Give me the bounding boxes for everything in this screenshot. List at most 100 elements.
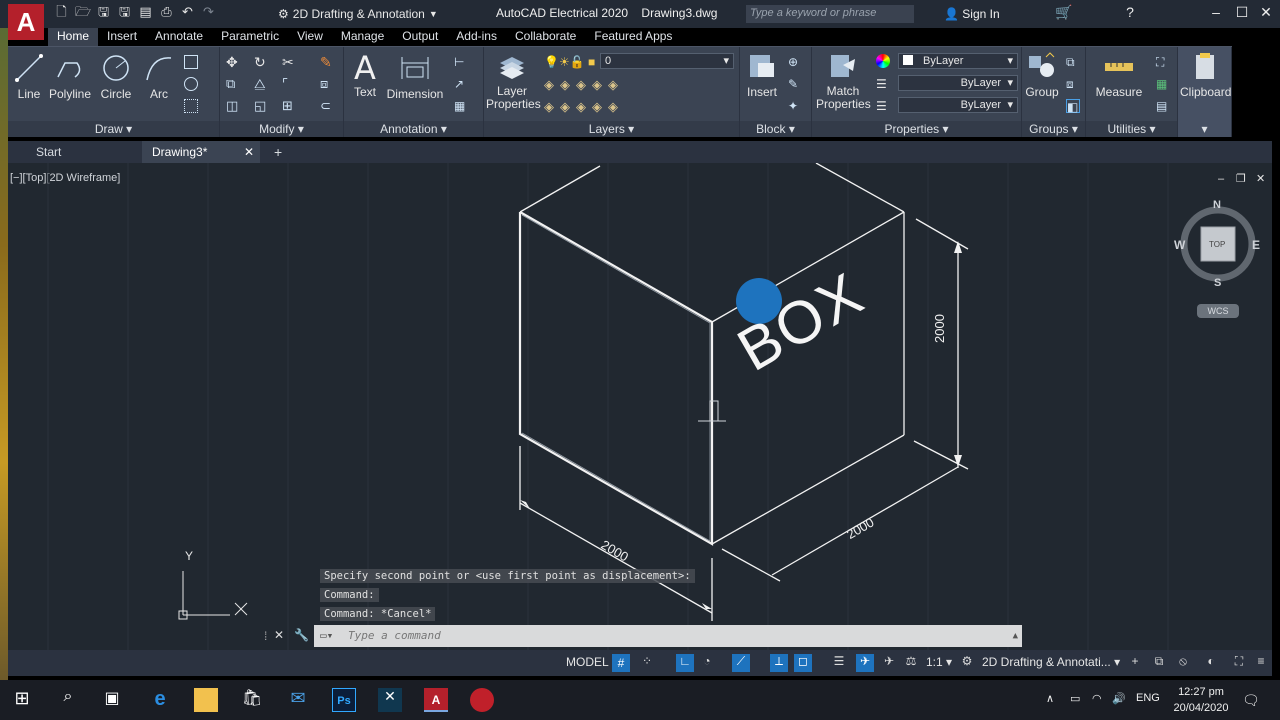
save-as-icon[interactable]: 🖫 — [117, 4, 132, 19]
web-mobile-icon[interactable]: ▤ — [138, 4, 153, 19]
edit-block-icon[interactable]: ✎ — [788, 77, 802, 91]
hardware-acceleration-icon[interactable]: ◐ — [1202, 654, 1220, 672]
draw-panel-title[interactable]: Draw ▾ — [8, 121, 219, 137]
store-icon[interactable]: 🛍 — [240, 688, 264, 712]
file-tab-drawing3[interactable]: Drawing3* ✕ — [142, 141, 260, 163]
workspace-status-dropdown[interactable]: 2D Drafting & Annotati... ▾ — [982, 655, 1120, 669]
file-explorer-icon[interactable] — [194, 688, 218, 712]
command-history-toggle-icon[interactable]: ▲ — [1013, 625, 1018, 647]
autocad-taskbar-icon[interactable]: A — [424, 688, 448, 712]
command-customize-icon[interactable]: 🔧 — [294, 628, 309, 642]
copy-icon[interactable]: ⧉ — [226, 77, 240, 91]
units-icon[interactable]: ⧉ — [1150, 654, 1168, 672]
trim-icon[interactable]: ✂ — [282, 55, 296, 69]
grid-icon[interactable]: # — [612, 654, 630, 672]
dimension-tool[interactable]: Dimension — [386, 53, 444, 101]
region-icon[interactable] — [184, 99, 198, 113]
layer-properties-tool[interactable]: Layer Properties — [486, 51, 541, 111]
ucs-menu[interactable]: WCS — [1197, 304, 1239, 318]
clean-screen-icon[interactable]: ⛶ — [1230, 654, 1248, 672]
line-tool[interactable]: Line — [12, 53, 46, 101]
group-tool[interactable]: Group — [1024, 51, 1060, 99]
tab-output[interactable]: Output — [393, 28, 447, 46]
minimize-icon[interactable]: – — [1206, 4, 1226, 20]
system-clock[interactable]: 12:27 pm 20/04/2020 — [1168, 684, 1234, 716]
table-icon[interactable]: ▦ — [454, 99, 468, 113]
save-icon[interactable]: 🖫 — [96, 4, 111, 19]
annotation-panel-title[interactable]: Annotation ▾ — [344, 121, 483, 137]
viewcube-east[interactable]: E — [1252, 238, 1260, 252]
block-attributes-icon[interactable]: ✦ — [788, 99, 802, 113]
create-block-icon[interactable]: ⊕ — [788, 55, 802, 69]
command-close-icon[interactable]: ✕ — [274, 628, 284, 642]
group-edit-icon[interactable]: ⧈ — [1066, 77, 1080, 91]
insert-block-tool[interactable]: Insert — [742, 51, 782, 99]
fillet-icon[interactable]: ⌜ — [282, 77, 296, 91]
snap-icon[interactable]: ⁘ — [638, 654, 656, 672]
tab-add-ins[interactable]: Add-ins — [447, 28, 506, 46]
arc-tool[interactable]: Arc — [142, 53, 176, 101]
annotation-scale-icon[interactable]: ⚖ — [902, 654, 920, 672]
workspace-switch[interactable]: ⚙ 2D Drafting & Annotation ▼ — [278, 5, 438, 23]
layers-panel-title[interactable]: Layers ▾ — [484, 121, 739, 137]
spreadsheet-icon[interactable]: ▦ — [1156, 77, 1170, 91]
rotate-icon[interactable]: ↻ — [254, 55, 268, 69]
annotation-visibility-icon[interactable]: ✈ — [856, 654, 874, 672]
offset-icon[interactable]: ⊂ — [320, 99, 334, 113]
layer-dropdown[interactable]: 0 ▾ — [600, 53, 734, 69]
new-tab-icon[interactable]: + — [264, 141, 286, 163]
viewcube-face[interactable]: TOP — [1209, 240, 1225, 249]
linear-dim-icon[interactable]: ⊢ — [454, 55, 468, 69]
groups-panel-title[interactable]: Groups ▾ — [1022, 121, 1085, 137]
lineweight-dropdown[interactable]: ByLayer ▾ — [898, 97, 1018, 113]
layer-tools-row2[interactable]: ◈◈◈◈◈ — [544, 99, 624, 115]
text-tool[interactable]: A Text — [350, 49, 380, 99]
plot-icon[interactable]: ⎙ — [159, 4, 174, 19]
customize-status-icon[interactable]: ≡ — [1252, 654, 1270, 672]
tab-insert[interactable]: Insert — [98, 28, 146, 46]
modify-panel-title[interactable]: Modify ▾ — [220, 121, 343, 137]
viewcube-south[interactable]: S — [1214, 277, 1221, 289]
annotation-scale-dropdown[interactable]: 1:1 ▾ — [926, 655, 952, 669]
stretch-icon[interactable]: ◫ — [226, 99, 240, 113]
open-file-icon[interactable]: 🗁 — [75, 4, 91, 19]
polyline-tool[interactable]: Polyline — [48, 53, 92, 101]
model-space-button[interactable]: MODEL — [566, 655, 609, 669]
windows-start-icon[interactable]: ⊞ — [10, 688, 34, 712]
ortho-icon[interactable]: ∟ — [676, 654, 694, 672]
annotation-monitor-icon[interactable]: + — [1126, 654, 1144, 672]
cart-icon[interactable]: 🛒 — [1054, 4, 1074, 21]
clipboard-panel-expand[interactable]: ▾ — [1178, 121, 1231, 137]
notifications-icon[interactable]: 🗨 — [1242, 692, 1260, 709]
task-view-icon[interactable]: ▣ — [100, 688, 124, 712]
match-properties-tool[interactable]: Match Properties — [816, 51, 871, 111]
screen-recorder-icon[interactable] — [470, 688, 494, 712]
utilities-panel-title[interactable]: Utilities ▾ — [1086, 121, 1177, 137]
tab-annotate[interactable]: Annotate — [146, 28, 212, 46]
tab-featured-apps[interactable]: Featured Apps — [585, 28, 681, 46]
viewcube-north[interactable]: N — [1213, 199, 1221, 211]
tab-parametric[interactable]: Parametric — [212, 28, 288, 46]
object-snap-icon[interactable]: ◻ — [794, 654, 812, 672]
lineweight-toggle-icon[interactable]: ☰ — [830, 654, 848, 672]
undo-icon[interactable]: ↶ — [180, 4, 195, 19]
video-editor-icon[interactable]: ✕ — [378, 688, 402, 712]
color-dropdown[interactable]: ByLayer ▾ — [898, 53, 1018, 69]
search-input[interactable]: Type a keyword or phrase — [746, 5, 914, 23]
viewcube-west[interactable]: W — [1174, 238, 1185, 252]
linetype-dropdown[interactable]: ByLayer ▾ — [898, 75, 1018, 91]
tab-view[interactable]: View — [288, 28, 332, 46]
scale-icon[interactable]: ◱ — [254, 99, 268, 113]
layer-tools-row1[interactable]: ◈◈◈◈◈ — [544, 77, 624, 93]
ungroup-icon[interactable]: ⧉ — [1066, 55, 1080, 69]
command-line-grip[interactable]: ⁞ — [264, 629, 267, 643]
tray-chevron-icon[interactable]: ∧ — [1046, 692, 1054, 705]
calculator-icon[interactable]: ▤ — [1156, 99, 1170, 113]
isolate-objects-icon[interactable]: ⦸ — [1174, 654, 1192, 672]
erase-icon[interactable]: ✎ — [320, 55, 334, 69]
measure-tool[interactable]: Measure — [1094, 51, 1144, 99]
help-icon[interactable]: ? — [1120, 4, 1140, 20]
clipboard-tool[interactable]: Clipboard — [1180, 51, 1231, 99]
color-wheel-icon[interactable] — [876, 54, 890, 68]
circle-tool[interactable]: Circle — [96, 53, 136, 101]
